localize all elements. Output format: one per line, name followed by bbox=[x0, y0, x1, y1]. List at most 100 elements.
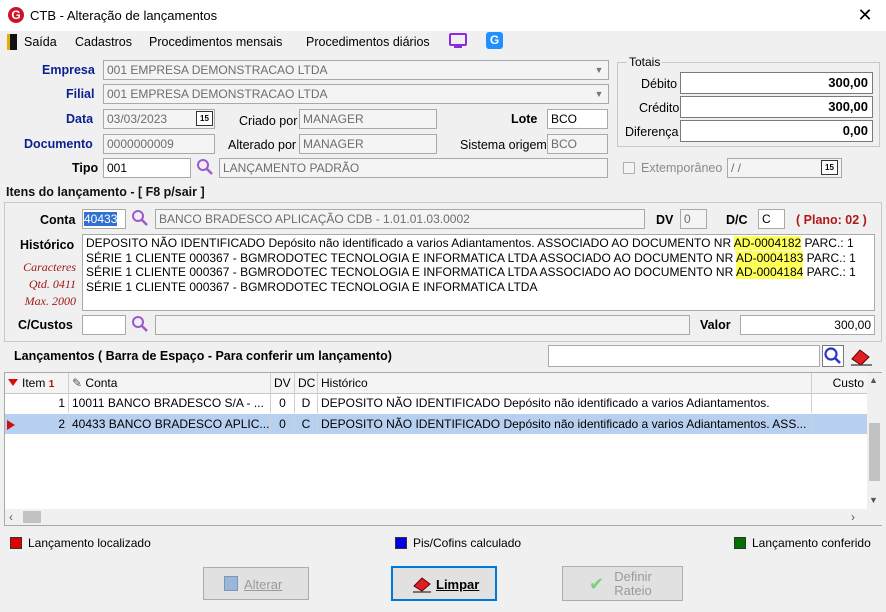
valor-field[interactable]: 300,00 bbox=[740, 315, 875, 335]
calendar-icon[interactable]: 15 bbox=[196, 111, 213, 126]
alterar-button[interactable]: Alterar bbox=[203, 567, 309, 600]
cell-historico: DEPOSITO NÃO IDENTIFICADO Depósito não i… bbox=[318, 414, 812, 434]
dc-value: C bbox=[762, 212, 771, 226]
tipo-desc-field: LANÇAMENTO PADRÃO bbox=[219, 158, 608, 178]
documento-field[interactable]: 0000000009 bbox=[103, 134, 215, 154]
documento-value: 0000000009 bbox=[107, 137, 174, 151]
search-icon[interactable] bbox=[131, 209, 149, 227]
conta-code-value: 40433 bbox=[84, 212, 118, 226]
col-dv[interactable]: DV bbox=[271, 373, 295, 393]
empresa-select[interactable]: 001 EMPRESA DEMONSTRACAO LTDA ▼ bbox=[103, 60, 609, 80]
menu-procedimentos-diarios[interactable]: Procedimentos diários bbox=[306, 35, 430, 49]
dv-value: 0 bbox=[684, 212, 691, 226]
col-custo[interactable]: Custo bbox=[812, 373, 867, 393]
tipo-code-field[interactable]: 001 bbox=[103, 158, 191, 178]
diferenca-value: 0,00 bbox=[680, 120, 873, 142]
cell-item: 2 bbox=[19, 414, 69, 434]
dc-field[interactable]: C bbox=[758, 209, 785, 229]
dc-label: D/C bbox=[726, 213, 748, 227]
app-logo-icon: G bbox=[8, 7, 24, 23]
historico-highlight: AD-0004183 bbox=[735, 250, 804, 265]
calendar-icon[interactable]: 15 bbox=[821, 160, 838, 175]
search-icon[interactable] bbox=[131, 315, 149, 333]
credito-value: 300,00 bbox=[680, 96, 873, 118]
col-conta[interactable]: ✎ Conta bbox=[69, 373, 271, 393]
menu-cadastros[interactable]: Cadastros bbox=[75, 35, 132, 49]
caracteres-label: Caracteres bbox=[23, 260, 76, 274]
legend-localizado-label: Lançamento localizado bbox=[28, 536, 151, 550]
table-row[interactable]: 1 10011 BANCO BRADESCO S/A - ... 0 D DEP… bbox=[5, 393, 867, 413]
extemporaneo-date-value: / / bbox=[731, 161, 742, 175]
vertical-scrollbar[interactable]: ▲ ▼ bbox=[867, 373, 882, 509]
scroll-left-icon[interactable]: ‹ bbox=[9, 510, 13, 524]
lancamentos-search-input[interactable] bbox=[548, 345, 820, 367]
ccustos-field[interactable] bbox=[82, 315, 126, 335]
search-icon[interactable] bbox=[822, 345, 844, 367]
valor-value: 300,00 bbox=[834, 318, 871, 332]
alterar-label: Alterar bbox=[244, 577, 283, 592]
exit-door-icon[interactable] bbox=[7, 34, 17, 50]
close-icon[interactable]: ✕ bbox=[853, 4, 877, 26]
filial-select[interactable]: 001 EMPRESA DEMONSTRACAO LTDA ▼ bbox=[103, 84, 609, 104]
scroll-thumb[interactable] bbox=[23, 511, 41, 523]
criado-por-label: Criado por bbox=[239, 114, 298, 128]
g-app-icon[interactable]: G bbox=[486, 32, 503, 49]
historico-text: SÉRIE 1 CLIENTE 000367 - BGMRODOTEC TECN… bbox=[86, 265, 736, 279]
sistema-origem-label: Sistema origem bbox=[460, 138, 547, 152]
col-historico[interactable]: Histórico bbox=[318, 373, 812, 393]
limpar-button[interactable]: Limpar bbox=[391, 566, 497, 601]
cell-dv: 0 bbox=[271, 414, 295, 434]
historico-highlight: AD-0004182 bbox=[733, 236, 802, 250]
alterado-por-label: Alterado por bbox=[228, 138, 297, 152]
extemporaneo-label: Extemporâneo bbox=[641, 161, 723, 175]
cell-dv: 0 bbox=[271, 393, 295, 413]
horizontal-scrollbar[interactable]: ‹ › bbox=[5, 509, 882, 525]
criado-por-value: MANAGER bbox=[303, 112, 364, 126]
debito-label: Débito bbox=[641, 77, 678, 91]
eraser-icon[interactable] bbox=[848, 345, 874, 367]
search-icon[interactable] bbox=[196, 158, 214, 176]
scroll-right-icon[interactable]: › bbox=[851, 510, 855, 524]
extemporaneo-checkbox[interactable] bbox=[623, 162, 635, 174]
historico-text: PARC.: 1 bbox=[803, 250, 856, 265]
legend-pis-label: Pis/Cofins calculado bbox=[413, 536, 522, 550]
col-dc[interactable]: DC bbox=[295, 373, 318, 393]
scroll-down-icon[interactable]: ▼ bbox=[869, 495, 878, 505]
row-pointer-icon bbox=[5, 414, 19, 434]
cell-item: 1 bbox=[19, 393, 69, 413]
criado-por-field: MANAGER bbox=[299, 109, 437, 129]
check-icon: ✔ bbox=[589, 574, 605, 594]
historico-line: SÉRIE 1 CLIENTE 000367 - BGMRODOTEC TECN… bbox=[86, 265, 871, 280]
scroll-up-icon[interactable]: ▲ bbox=[869, 375, 878, 385]
filial-value: 001 EMPRESA DEMONSTRACAO LTDA bbox=[107, 87, 328, 101]
historico-text: SÉRIE 1 CLIENTE 000367 - BGMRODOTEC TECN… bbox=[86, 250, 736, 265]
historico-line: SÉRIE 1 CLIENTE 000367 - BGMRODOTEC TECN… bbox=[86, 280, 871, 295]
col-item[interactable]: Item 1 bbox=[19, 373, 69, 393]
monitor-icon[interactable] bbox=[449, 33, 467, 46]
conta-code-field[interactable]: 40433 bbox=[82, 209, 126, 229]
lancamentos-grid[interactable]: Item 1 ✎ Conta DV DC Histórico Custo 1 1… bbox=[4, 372, 882, 526]
historico-text: DEPOSITO NÃO IDENTIFICADO Depósito não i… bbox=[86, 236, 734, 250]
table-row-selected[interactable]: 2 40433 BANCO BRADESCO APLIC... 0 C DEPO… bbox=[5, 414, 867, 434]
qtd-label: Qtd. 0411 bbox=[28, 277, 76, 291]
menu-procedimentos-mensais[interactable]: Procedimentos mensais bbox=[149, 35, 282, 49]
definir-rateio-button[interactable]: ✔ Definir Rateio bbox=[562, 566, 683, 601]
cell-historico: DEPOSITO NÃO IDENTIFICADO Depósito não i… bbox=[318, 393, 812, 413]
definir-rateio-label: Definir Rateio bbox=[611, 570, 655, 598]
historico-text: PARC.: 1 bbox=[801, 236, 854, 250]
definir-label: Definir bbox=[614, 569, 652, 584]
chevron-down-icon[interactable]: ▼ bbox=[591, 86, 607, 102]
limpar-label: Limpar bbox=[436, 577, 480, 592]
documento-label: Documento bbox=[24, 137, 93, 151]
cell-custo bbox=[812, 393, 867, 413]
chevron-down-icon[interactable]: ▼ bbox=[591, 62, 607, 78]
cell-custo bbox=[812, 414, 867, 434]
legend-localizado-swatch bbox=[10, 537, 22, 549]
historico-memo[interactable]: DEPOSITO NÃO IDENTIFICADO Depósito não i… bbox=[82, 234, 875, 311]
empresa-label: Empresa bbox=[42, 63, 95, 77]
lote-value: BCO bbox=[551, 112, 578, 126]
lote-field[interactable]: BCO bbox=[547, 109, 608, 129]
scroll-thumb[interactable] bbox=[869, 423, 880, 481]
alterado-por-field: MANAGER bbox=[299, 134, 437, 154]
menu-saida[interactable]: Saída bbox=[24, 35, 57, 49]
